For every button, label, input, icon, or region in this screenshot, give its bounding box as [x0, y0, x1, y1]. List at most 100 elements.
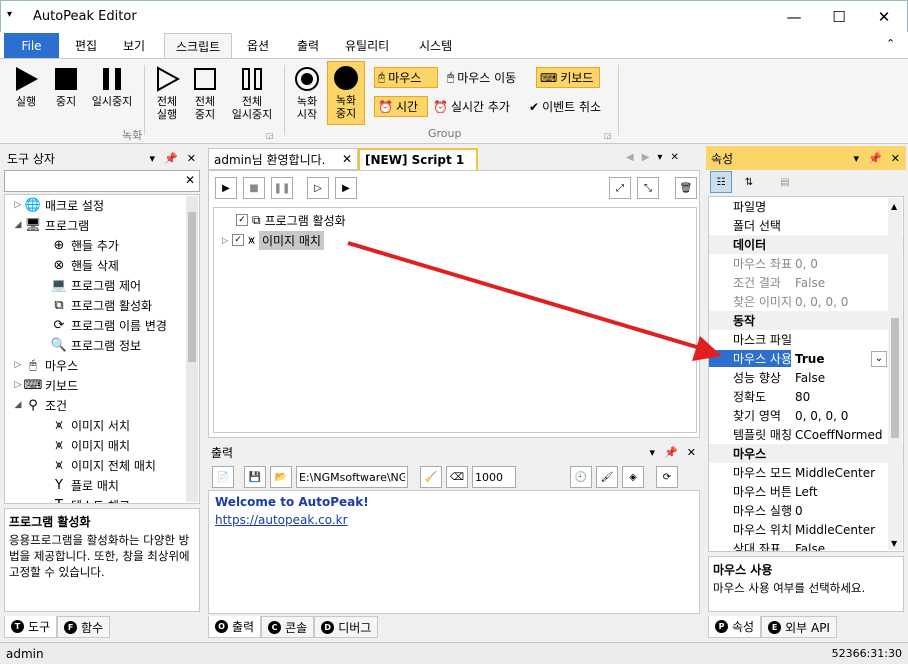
tab-left-icon[interactable]: ◀ — [626, 152, 634, 163]
record-stop-button[interactable]: 녹화 중지 — [327, 61, 365, 125]
property-pages-icon[interactable]: ▤ — [774, 171, 796, 193]
close-icon[interactable]: ✕ — [187, 152, 196, 165]
toolbox-item[interactable]: ⊕ 핸들 추가 — [5, 235, 199, 255]
checkbox[interactable]: ✓ — [236, 214, 248, 226]
property-value[interactable]: MiddleCenter — [791, 523, 875, 537]
toolbox-item[interactable]: ▷ 🖰 마우스 — [5, 355, 199, 375]
tab-file[interactable]: File — [4, 33, 59, 58]
categorized-icon[interactable]: ☷ — [710, 171, 732, 193]
fill-icon[interactable]: ◈ — [622, 466, 644, 488]
property-row[interactable]: 폴더 선택 — [709, 216, 903, 235]
delete-icon[interactable]: 🗑 — [675, 177, 697, 199]
property-value[interactable]: False — [791, 276, 825, 290]
minimize-button[interactable]: — — [771, 1, 817, 33]
property-row[interactable]: 정확도 80 — [709, 387, 903, 406]
scroll-up-icon[interactable]: ▲ — [891, 202, 897, 211]
property-row[interactable]: 찾기 영역 0, 0, 0, 0 — [709, 406, 903, 425]
property-row[interactable]: 마우스 모드 MiddleCenter — [709, 463, 903, 482]
property-row[interactable]: 성능 향상 False — [709, 368, 903, 387]
toolbox-item[interactable]: ▷ 🌐 매크로 설정 — [5, 195, 199, 215]
pin-icon[interactable]: 📌 — [664, 446, 678, 459]
clean-icon[interactable]: 🧹 — [420, 466, 442, 488]
property-value[interactable]: 0 — [791, 504, 803, 518]
property-value[interactable]: MiddleCenter — [791, 466, 875, 480]
tab-output-log[interactable]: O 출력 — [208, 616, 262, 638]
expand-icon[interactable]: ⤢ — [609, 177, 631, 199]
run-button[interactable]: 실행 — [8, 63, 44, 108]
close-icon[interactable]: ✕ — [687, 446, 696, 459]
property-row[interactable]: 마우스 버튼 Left — [709, 482, 903, 501]
stop-all-button[interactable]: 전체 중지 — [188, 63, 222, 121]
tree-arrow-icon[interactable]: ▷ — [11, 200, 25, 210]
tab-options[interactable]: 옵션 — [236, 33, 280, 58]
scroll-thumb[interactable] — [891, 318, 899, 438]
tab-welcome[interactable]: admin님 환영합니다. ✕ — [208, 148, 358, 170]
tab-properties[interactable]: P 속성 — [708, 616, 762, 638]
group-expand-icon[interactable]: ◲ — [266, 131, 274, 140]
tab-list-icon[interactable]: ▾ — [657, 152, 662, 163]
property-value[interactable]: False — [791, 371, 825, 385]
dropdown-icon[interactable]: ▾ — [650, 446, 656, 459]
toolbox-scrollbar[interactable] — [186, 196, 198, 502]
tree-arrow-icon[interactable]: ▷ — [11, 360, 25, 370]
script-step-icon[interactable]: ▷ — [307, 177, 329, 199]
group-expand-icon[interactable]: ◲ — [604, 131, 612, 140]
keyboard-toggle[interactable]: ⌨ 키보드 — [536, 67, 600, 88]
collapse-icon[interactable]: ⤡ — [637, 177, 659, 199]
property-row[interactable]: 조건 결과 False — [709, 273, 903, 292]
clock-icon[interactable]: 🕘 — [570, 466, 592, 488]
close-icon[interactable]: ✕ — [891, 152, 900, 165]
folder-icon[interactable]: 📂 — [270, 466, 292, 488]
pin-icon[interactable]: 📌 — [868, 152, 882, 165]
pin-icon[interactable]: 📌 — [164, 152, 178, 165]
property-row[interactable]: 마우스 좌표 0, 0 — [709, 254, 903, 273]
dropdown-icon[interactable]: ▾ — [854, 152, 860, 165]
pause-all-button[interactable]: 전체 일시중지 — [226, 63, 278, 121]
quick-access-icon[interactable]: ▾ — [7, 9, 12, 20]
property-value[interactable]: Left — [791, 485, 818, 499]
toolbox-item[interactable]: ◢ 🖥 프로그램 — [5, 215, 199, 235]
close-tab-icon[interactable]: ✕ — [342, 152, 352, 166]
expand-arrow-icon[interactable]: ▷ — [222, 236, 228, 245]
tab-console[interactable]: C 콘솔 — [261, 616, 315, 638]
property-dropdown-icon[interactable]: ⌄ — [871, 350, 887, 367]
pause-button[interactable]: 일시중지 — [86, 63, 138, 108]
realtime-add-toggle[interactable]: ⏰ 실시간 추가 — [430, 96, 524, 117]
output-limit-input[interactable] — [472, 466, 516, 488]
property-category[interactable]: 마우스 — [709, 444, 903, 463]
scroll-down-icon[interactable]: ▼ — [891, 539, 897, 548]
sort-alpha-icon[interactable]: ⇅ — [738, 171, 760, 193]
run-all-button[interactable]: 전체 실행 — [150, 63, 184, 121]
mouse-move-toggle[interactable]: 🖱 마우스 이동 — [444, 67, 534, 88]
close-all-icon[interactable]: ✕ — [670, 152, 678, 163]
property-value[interactable]: False — [791, 542, 825, 552]
tab-view[interactable]: 보기 — [112, 33, 156, 58]
tab-right-icon[interactable]: ▶ — [642, 152, 650, 163]
brush-icon[interactable]: 🖌 — [596, 466, 618, 488]
tab-script[interactable]: 스크립트 — [164, 33, 233, 58]
toolbox-item[interactable]: ⩙ 이미지 서치 — [5, 415, 199, 435]
toolbox-item[interactable]: ◢ ⚲ 조건 — [5, 395, 199, 415]
toolbox-item[interactable]: Y 플로 매치 — [5, 475, 199, 495]
property-row[interactable]: 마우스 위치 MiddleCenter — [709, 520, 903, 539]
tab-utility[interactable]: 유틸리티 — [334, 33, 400, 58]
property-category[interactable]: 데이터 — [709, 235, 903, 254]
mouse-toggle[interactable]: 🖰 마우스 — [374, 67, 438, 88]
checkbox[interactable]: ✓ — [232, 234, 245, 246]
maximize-button[interactable]: ☐ — [816, 1, 862, 33]
property-category[interactable]: 동작 — [709, 311, 903, 330]
script-play-icon[interactable]: ▶ — [215, 177, 237, 199]
toolbox-item[interactable]: 🔍 프로그램 정보 — [5, 335, 199, 355]
property-row[interactable]: 마우스 사용 True ⌄ — [709, 349, 903, 368]
search-clear-icon[interactable]: ✕ — [185, 173, 195, 187]
script-stop-icon[interactable]: ■ — [243, 177, 265, 199]
event-cancel-toggle[interactable]: ✔ 이벤트 취소 — [526, 96, 616, 117]
tab-debug[interactable]: D 디버그 — [314, 616, 379, 638]
tab-external-api[interactable]: E 외부 API — [761, 616, 837, 638]
record-start-button[interactable]: 녹화 시작 — [289, 63, 325, 121]
script-item[interactable]: ▷ ✓ ⩙ 이미지 매치 — [222, 230, 324, 250]
property-value[interactable]: 0, 0 — [791, 257, 818, 271]
collapse-ribbon-icon[interactable]: ⌃ — [886, 37, 895, 50]
new-file-icon[interactable]: 📄 — [212, 466, 234, 488]
property-row[interactable]: 상대 좌표 False — [709, 539, 903, 552]
